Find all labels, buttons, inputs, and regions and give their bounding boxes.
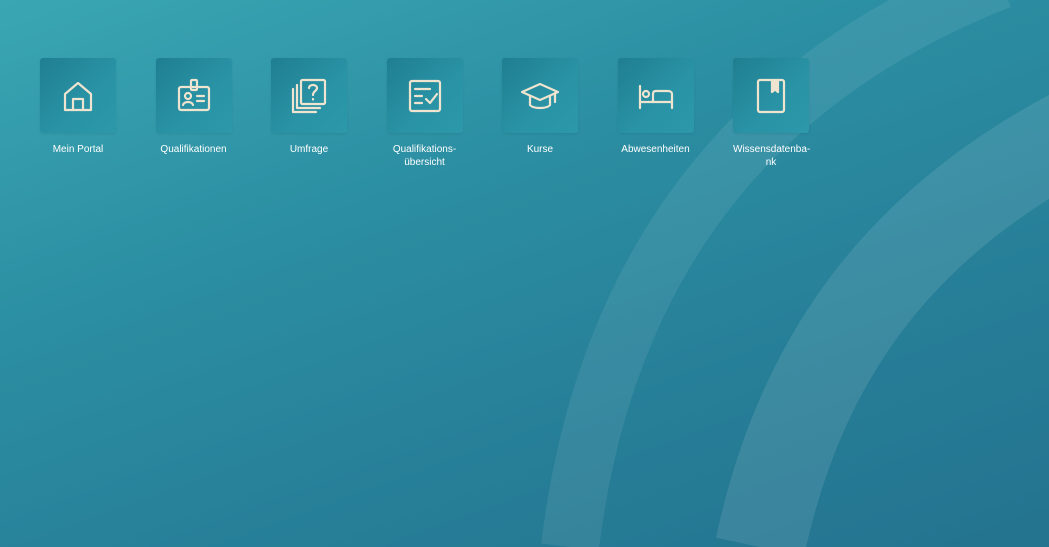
tile-abwesenheiten[interactable]: Abwesenheiten bbox=[617, 58, 734, 169]
id-badge-icon bbox=[177, 78, 210, 111]
home-icon bbox=[63, 81, 93, 111]
tile-qualifikationen[interactable]: Qualifikationen bbox=[155, 58, 272, 169]
tile-qualifikationsuebersicht-box[interactable] bbox=[386, 58, 463, 133]
checklist-icon bbox=[408, 79, 441, 112]
tile-mein-portal-label: Mein Portal bbox=[52, 144, 104, 155]
tile-qualifikationen-label: Qualifikationen bbox=[160, 144, 227, 155]
graduation-cap-icon bbox=[520, 82, 560, 109]
tile-abwesenheiten-box[interactable] bbox=[617, 58, 694, 133]
tile-mein-portal-box[interactable] bbox=[40, 58, 116, 133]
tile-umfrage-box[interactable] bbox=[271, 58, 347, 133]
survey-question-icon bbox=[291, 78, 327, 113]
tile-kurse[interactable]: Kurse bbox=[502, 58, 618, 169]
tile-wissensdatenbank[interactable]: Wissensdatenba- nk bbox=[733, 58, 849, 169]
tile-wissensdatenbank-box[interactable] bbox=[733, 58, 809, 133]
tile-qualifikationsuebersicht-label: Qualifikations- übersicht bbox=[392, 144, 457, 168]
tile-qualifikationsuebersicht[interactable]: Qualifikations- übersicht bbox=[386, 58, 503, 169]
tile-umfrage[interactable]: Umfrage bbox=[271, 58, 387, 169]
app-launcher: Mein Portal Qualifikationen Umfrage Qual… bbox=[40, 58, 849, 169]
tile-abwesenheiten-label: Abwesenheiten bbox=[621, 144, 690, 155]
tile-qualifikationen-box[interactable] bbox=[155, 58, 232, 133]
tile-umfrage-label: Umfrage bbox=[289, 144, 329, 155]
bed-icon bbox=[638, 84, 673, 109]
tile-mein-portal[interactable]: Mein Portal bbox=[40, 58, 156, 169]
book-icon bbox=[756, 78, 786, 113]
tile-kurse-box[interactable] bbox=[502, 58, 578, 133]
tile-kurse-label: Kurse bbox=[526, 144, 554, 155]
tile-wissensdatenbank-label: Wissensdatenba- nk bbox=[733, 144, 811, 168]
